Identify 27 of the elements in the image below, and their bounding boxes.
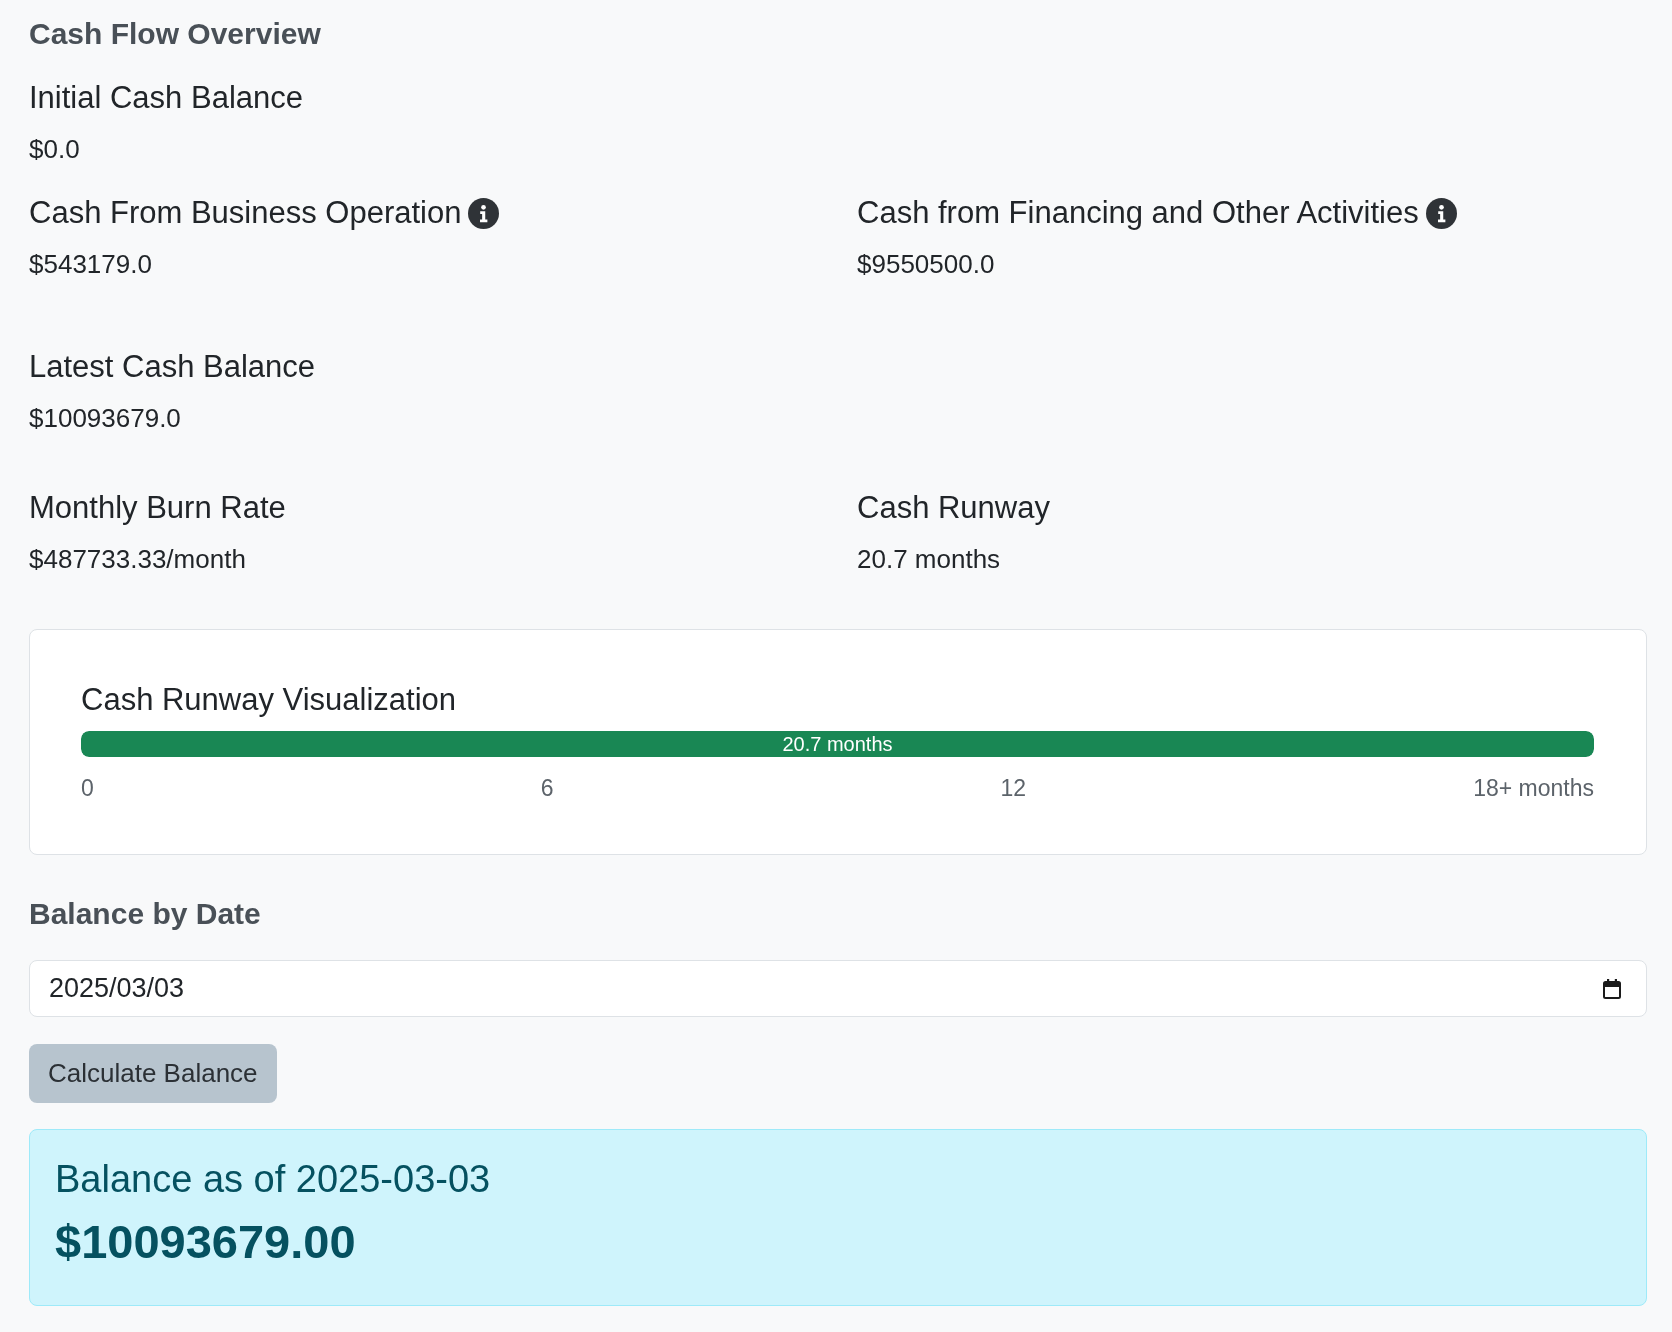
metric-label: Initial Cash Balance [29, 81, 303, 115]
date-field[interactable]: 2025/03/03 [29, 960, 1647, 1017]
result-heading: Balance as of 2025-03-03 [55, 1159, 491, 1199]
metric-label: Monthly Burn Rate [29, 491, 286, 525]
result-amount: $10093679.00 [55, 1217, 356, 1267]
metric-value: $9550500.0 [857, 248, 995, 281]
calculate-balance-button[interactable]: Calculate Balance [29, 1044, 277, 1103]
section-heading: Balance by Date [29, 896, 261, 932]
metric-value: $10093679.0 [29, 402, 181, 435]
metric-value: $487733.33/month [29, 543, 246, 576]
metric-value: $543179.0 [29, 248, 152, 281]
progress-fill: 20.7 months [81, 731, 1594, 757]
metric-label: Cash Runway [857, 491, 1050, 525]
calendar-icon[interactable] [1603, 978, 1621, 999]
metric-value: $0.0 [29, 133, 80, 166]
section-heading: Cash Flow Overview [29, 16, 321, 52]
metric-label: Cash from Financing and Other Activities [857, 196, 1419, 230]
tick-label: 18+ months [1473, 774, 1594, 803]
tick-label: 12 [1000, 774, 1027, 803]
metric-label: Cash From Business Operation [29, 196, 462, 230]
info-icon[interactable] [1425, 197, 1457, 229]
tick-label: 6 [540, 774, 554, 803]
metric-label: Latest Cash Balance [29, 350, 316, 384]
info-icon[interactable] [468, 197, 500, 229]
metric-value: 20.7 months [857, 543, 1001, 576]
card-title: Cash Runway Visualization [81, 682, 457, 718]
tick-label: 0 [81, 774, 94, 803]
